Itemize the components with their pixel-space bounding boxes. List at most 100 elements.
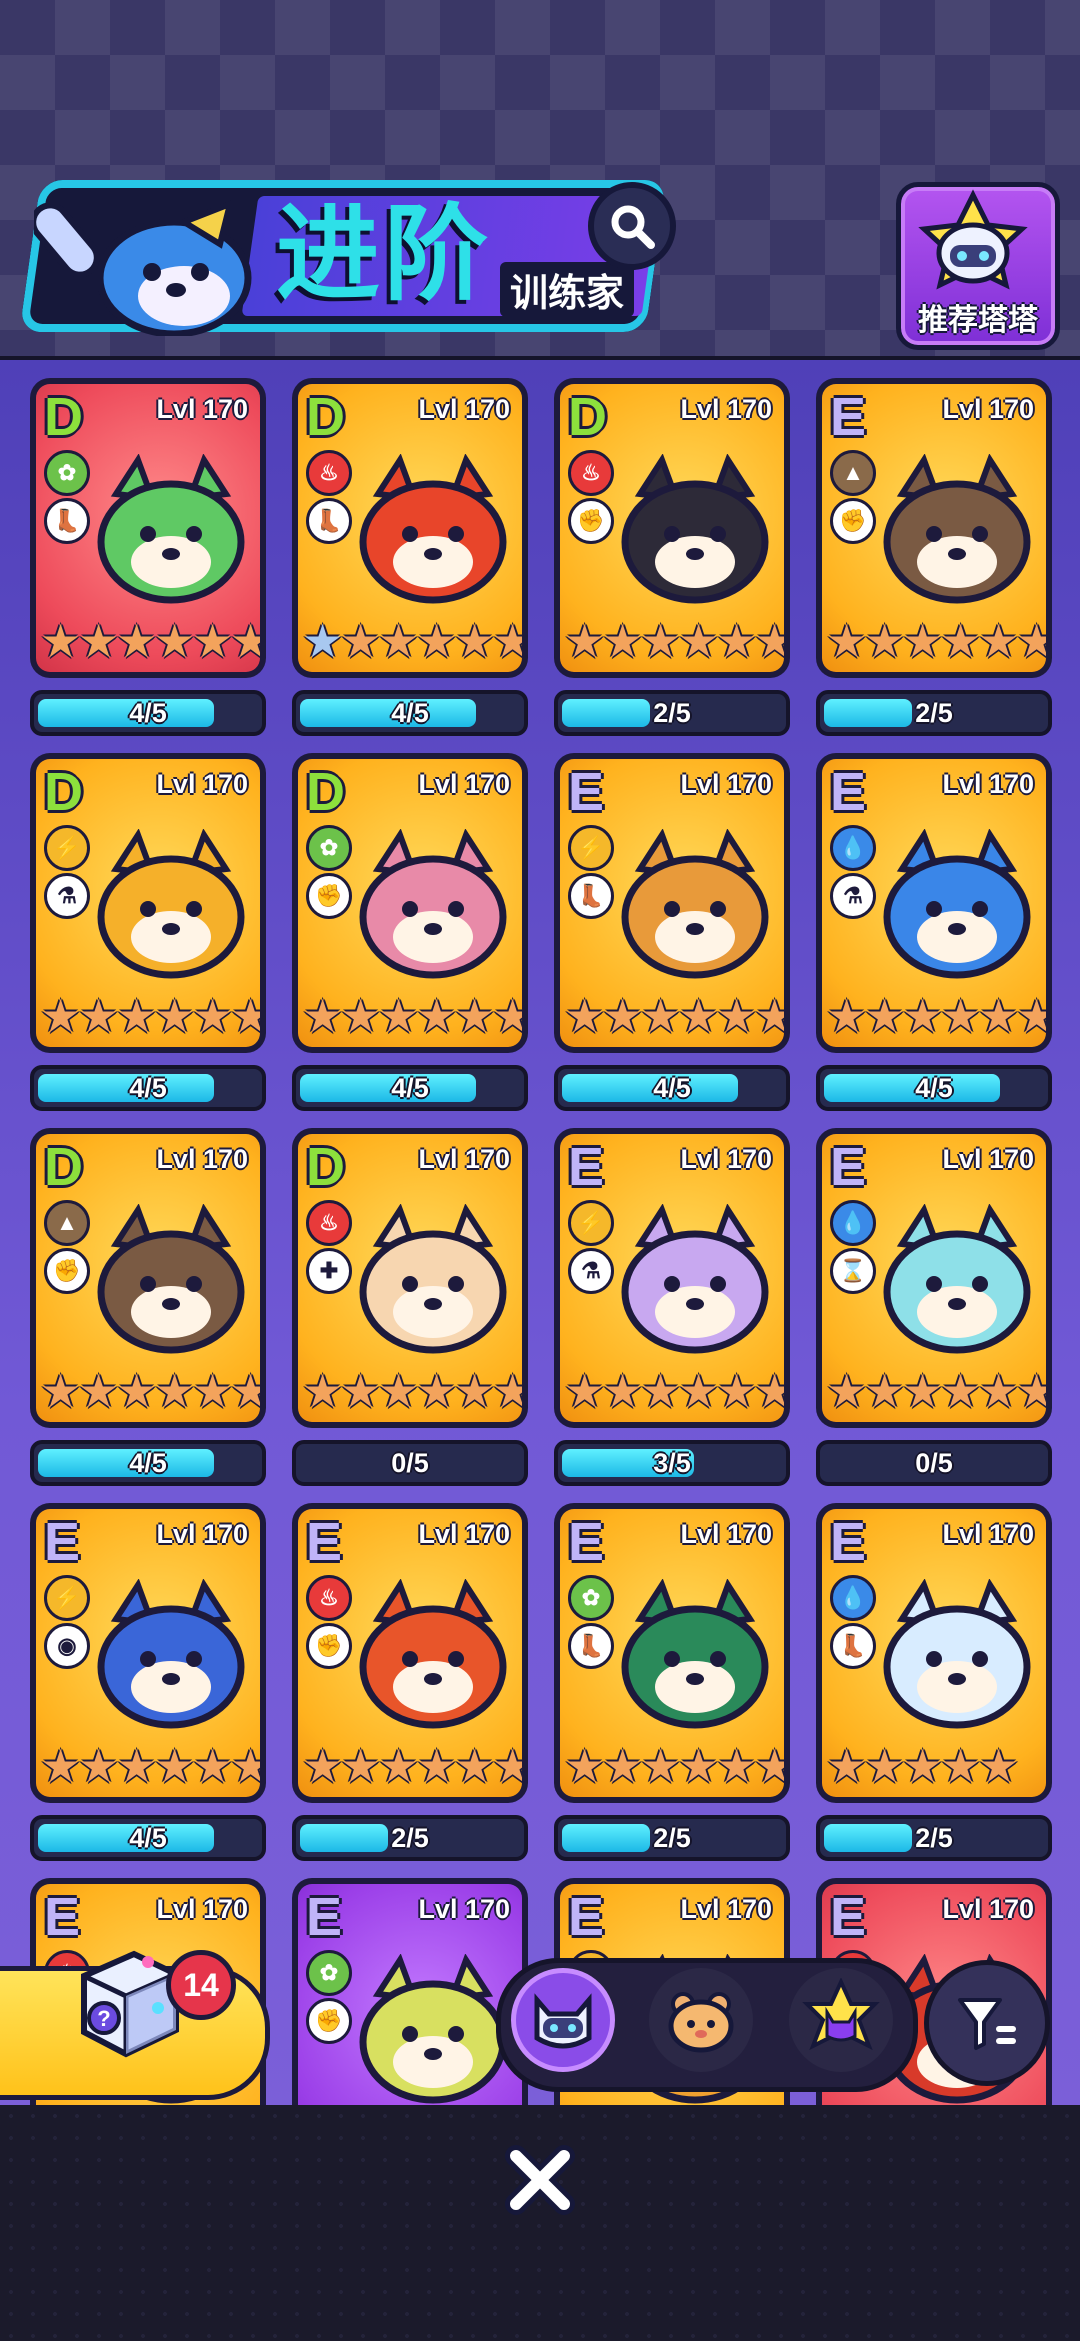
star-rating: ★ ★ ★ ★ ★ ★ [302, 1743, 522, 1791]
card-face: E Lvl 170 ▲ ✊ ★ ★ ★ ★ ★ ★ [822, 384, 1046, 672]
electric-element-icon: ⚡ [44, 1575, 90, 1621]
recommend-tata-button[interactable]: 推荐塔塔 [896, 182, 1060, 350]
creature-grid: D Lvl 170 ✿ 👢 ★ ★ ★ ★ ★ ★ 4/5 D Lvl 170 ♨ 👢 ★ ★ ★ ★ ★ ★ 4/5 D L… [0, 360, 1080, 2105]
star-icon: ★ [192, 1365, 234, 1417]
star-rating: ★ ★ ★ ★ ★ ★ [826, 1368, 1046, 1416]
star-rating: ★ ★ ★ ★ ★ ★ [302, 1368, 522, 1416]
grass-element-icon: ✿ [306, 825, 352, 871]
card-face: E Lvl 170 💧 ⌛ ★ ★ ★ ★ ★ ★ [822, 1134, 1046, 1422]
star-icon: ★ [754, 615, 784, 667]
card-face: E Lvl 170 ⚡ ◉ ★ ★ ★ ★ ★ ★ [36, 1509, 260, 1797]
creature-card[interactable]: D Lvl 170 ✿ ✊ ★ ★ ★ ★ ★ ★ 4/5 [292, 753, 528, 1128]
fist-icon: ✊ [306, 1623, 352, 1669]
creature-card[interactable]: D Lvl 170 ⚡ ⚗ ★ ★ ★ ★ ★ ★ 4/5 [30, 753, 266, 1128]
tier-label: D [568, 387, 607, 447]
level-label: Lvl 170 [156, 394, 248, 424]
card-face: D Lvl 170 ✿ 👢 ★ ★ ★ ★ ★ ★ [36, 384, 260, 672]
star-icon: ★ [340, 1740, 382, 1792]
star-icon: ★ [454, 1740, 496, 1792]
creature-card[interactable]: E Lvl 170 ▲ ✊ ★ ★ ★ ★ ★ ★ 2/5 [816, 378, 1052, 753]
shard-progress-bar: 0/5 [292, 1440, 528, 1486]
card-face: E Lvl 170 ♨ ✊ ★ ★ ★ ★ ★ ★ [298, 1509, 522, 1797]
creature-card[interactable]: E Lvl 170 💧 ⚗ ★ ★ ★ ★ ★ ★ 4/5 [816, 753, 1052, 1128]
star-icon: ★ [230, 1365, 260, 1417]
star-icon: ★ [940, 1740, 982, 1792]
hourglass-icon: ⌛ [830, 1248, 876, 1294]
star-icon: ★ [78, 615, 120, 667]
creature-card[interactable]: D Lvl 170 ♨ 👢 ★ ★ ★ ★ ★ ★ 4/5 [292, 378, 528, 753]
close-button[interactable] [490, 2130, 590, 2230]
search-button[interactable] [588, 182, 676, 270]
level-label: Lvl 170 [418, 1144, 510, 1174]
shard-progress-bar: 4/5 [816, 1065, 1052, 1111]
tab-hamster[interactable] [649, 1968, 753, 2072]
tier-label: E [830, 1137, 867, 1197]
tier-label: E [568, 1512, 605, 1572]
level-label: Lvl 170 [156, 1894, 248, 1924]
filter-sort-button[interactable] [924, 1960, 1050, 2086]
fist-icon: ✊ [306, 1998, 352, 2044]
eye-icon: ◉ [44, 1623, 90, 1669]
level-label: Lvl 170 [418, 1519, 510, 1549]
star-rating: ★ ★ ★ ★ ★ ★ [564, 1743, 784, 1791]
creature-card[interactable]: D Lvl 170 ▲ ✊ ★ ★ ★ ★ ★ ★ 4/5 [30, 1128, 266, 1503]
creature-card[interactable]: E Lvl 170 ⚡ 👢 ★ ★ ★ ★ ★ ★ 4/5 [554, 753, 790, 1128]
star-rating: ★ ★ ★ ★ ★ ★ [826, 993, 1046, 1041]
star-icon: ★ [154, 615, 196, 667]
tab-star-cat[interactable] [789, 1968, 893, 2072]
star-icon: ★ [454, 615, 496, 667]
star-icon: ★ [416, 990, 458, 1042]
star-icon: ★ [564, 1365, 606, 1417]
level-label: Lvl 170 [156, 769, 248, 799]
gacha-count-badge: 14 [166, 1950, 236, 2020]
lilac-cat-icon [621, 1204, 769, 1354]
star-icon: ★ [416, 1365, 458, 1417]
creature-card[interactable]: E Lvl 170 ♨ ✊ ★ ★ ★ ★ ★ ★ 2/5 [292, 1503, 528, 1878]
star-icon: ★ [716, 1740, 758, 1792]
star-icon: ★ [902, 990, 944, 1042]
level-label: Lvl 170 [418, 1894, 510, 1924]
star-icon: ★ [116, 1740, 158, 1792]
card-frame: E Lvl 170 💧 ⌛ ★ ★ ★ ★ ★ ★ [816, 1128, 1052, 1428]
tier-label: E [830, 387, 867, 447]
creature-card[interactable]: E Lvl 170 ⚡ ◉ ★ ★ ★ ★ ★ ★ 4/5 [30, 1503, 266, 1878]
star-icon: ★ [754, 990, 784, 1042]
creature-card[interactable]: D Lvl 170 ✿ 👢 ★ ★ ★ ★ ★ ★ 4/5 [30, 378, 266, 753]
boot-icon: 👢 [830, 1623, 876, 1669]
star-icon: ★ [154, 990, 196, 1042]
shard-progress-bar: 4/5 [30, 1440, 266, 1486]
creature-card[interactable]: E Lvl 170 💧 👢 ★ ★ ★ ★ ★ 2/5 [816, 1503, 1052, 1878]
card-face: D Lvl 170 ♨ ✚ ★ ★ ★ ★ ★ ★ [298, 1134, 522, 1422]
creature-card[interactable]: E Lvl 170 💧 ⌛ ★ ★ ★ ★ ★ ★ 0/5 [816, 1128, 1052, 1503]
star-rating: ★ ★ ★ ★ ★ ★ [302, 993, 522, 1041]
star-rating: ★ ★ ★ ★ ★ ★ [564, 618, 784, 666]
shard-progress-bar: 2/5 [816, 690, 1052, 736]
tab-tata[interactable] [511, 1968, 615, 2072]
hamster-icon [668, 1992, 734, 2053]
card-face: D Lvl 170 ▲ ✊ ★ ★ ★ ★ ★ ★ [36, 1134, 260, 1422]
electric-element-icon: ⚡ [568, 825, 614, 871]
star-icon: ★ [1016, 1365, 1046, 1417]
star-icon: ★ [302, 1365, 344, 1417]
progress-text: 0/5 [391, 1448, 429, 1478]
star-icon: ★ [978, 615, 1020, 667]
star-icon: ★ [192, 990, 234, 1042]
card-face: E Lvl 170 ⚡ 👢 ★ ★ ★ ★ ★ ★ [560, 759, 784, 1047]
creature-card[interactable]: E Lvl 170 ✿ 👢 ★ ★ ★ ★ ★ ★ 2/5 [554, 1503, 790, 1878]
grass-element-icon: ✿ [44, 450, 90, 496]
creature-card[interactable]: D Lvl 170 ♨ ✚ ★ ★ ★ ★ ★ ★ 0/5 [292, 1128, 528, 1503]
star-icon: ★ [602, 1365, 644, 1417]
creature-card[interactable]: E Lvl 170 ⚡ ⚗ ★ ★ ★ ★ ★ ★ 3/5 [554, 1128, 790, 1503]
star-icon: ★ [864, 1365, 906, 1417]
card-frame: D Lvl 170 ♨ ✚ ★ ★ ★ ★ ★ ★ [292, 1128, 528, 1428]
star-icon: ★ [378, 1740, 420, 1792]
card-frame: D Lvl 170 ✿ ✊ ★ ★ ★ ★ ★ ★ [292, 753, 528, 1053]
star-icon: ★ [154, 1740, 196, 1792]
creature-card[interactable]: D Lvl 170 ♨ ✊ ★ ★ ★ ★ ★ ★ 2/5 [554, 378, 790, 753]
creature-card[interactable]: E Lvl 170 ✿ ✊ [292, 1878, 528, 2105]
water-element-icon: 💧 [830, 1200, 876, 1246]
fire-element-icon: ♨ [306, 450, 352, 496]
star-icon: ★ [230, 615, 260, 667]
star-icon: ★ [902, 1740, 944, 1792]
mascot-icon [34, 199, 252, 336]
